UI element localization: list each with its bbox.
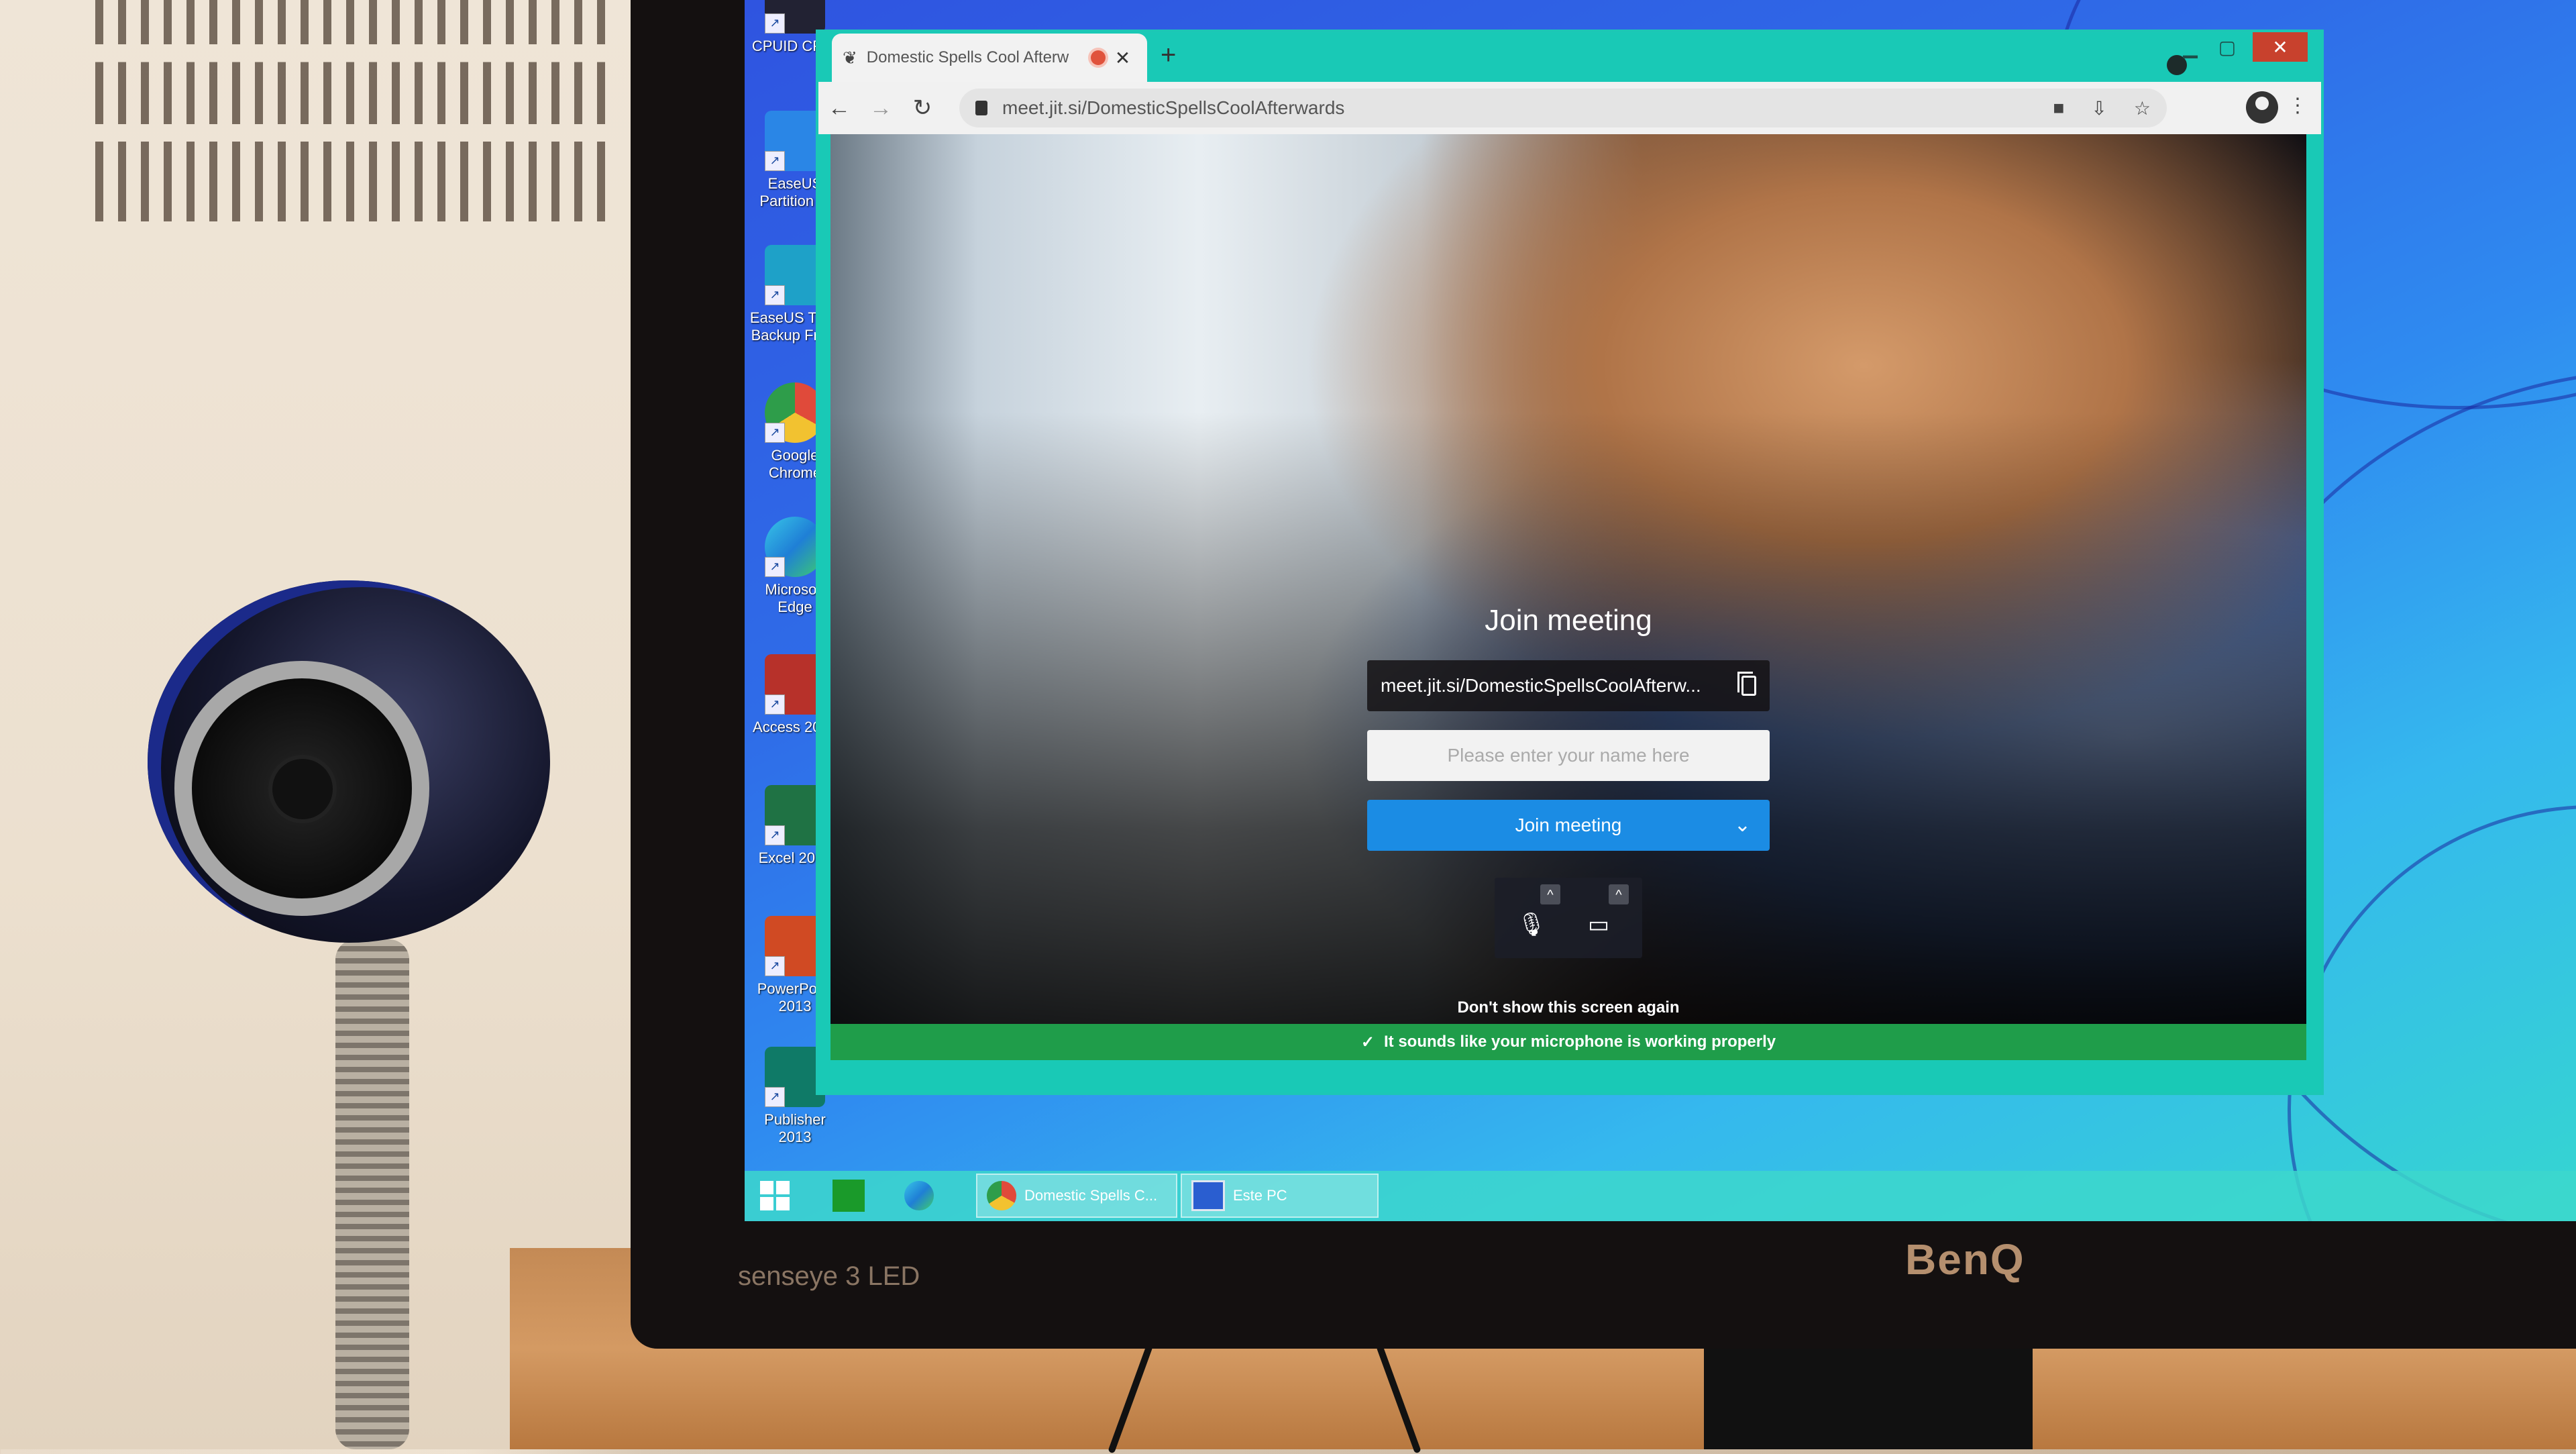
- lock-icon: [975, 101, 987, 115]
- easeus-partition-icon: ↗: [765, 111, 825, 171]
- edge-taskbar-button[interactable]: [899, 1174, 939, 1218]
- windows-logo-icon: [760, 1181, 790, 1210]
- copy-icon[interactable]: [1737, 672, 1756, 696]
- tab-title: Domestic Spells Cool Afterw: [866, 48, 1069, 66]
- shortcut-arrow-icon: ↗: [765, 151, 785, 171]
- shortcut-arrow-icon: ↗: [765, 956, 785, 976]
- shortcut-arrow-icon: ↗: [765, 285, 785, 305]
- jitsi-prejoin-page: Join meeting meet.jit.si/DomesticSpellsC…: [830, 134, 2306, 1060]
- store-taskbar-button[interactable]: [828, 1174, 869, 1218]
- omnibox-actions: ■ ⇩ ☆: [2053, 89, 2151, 127]
- address-bar[interactable]: meet.jit.si/DomesticSpellsCoolAfterwards…: [959, 89, 2167, 127]
- maximize-button[interactable]: ▢: [2210, 32, 2244, 62]
- microsoft-store-icon: [833, 1180, 865, 1212]
- minimize-button[interactable]: ▁: [2174, 32, 2207, 62]
- reload-button[interactable]: ↻: [902, 95, 943, 121]
- excel-icon: ↗: [765, 785, 825, 845]
- forward-button[interactable]: →: [860, 95, 902, 121]
- shortcut-arrow-icon: ↗: [765, 557, 785, 577]
- taskbar-task-label: Este PC: [1233, 1187, 1287, 1204]
- taskbar-task-label: Domestic Spells C...: [1024, 1187, 1158, 1204]
- mic-status-banner: ✓ It sounds like your microphone is work…: [830, 1024, 2306, 1060]
- tab-close-button[interactable]: ✕: [1115, 47, 1130, 69]
- bookmark-star-icon[interactable]: ☆: [2134, 97, 2151, 119]
- browser-tab[interactable]: ❦ Domestic Spells Cool Afterw ✕: [832, 34, 1147, 82]
- window-close-button[interactable]: ✕: [2253, 32, 2308, 62]
- recording-indicator-icon: [1090, 50, 1106, 65]
- webcam-lens: [272, 759, 333, 819]
- new-tab-button[interactable]: +: [1161, 40, 1176, 70]
- back-button[interactable]: ←: [818, 95, 860, 121]
- profile-avatar-icon[interactable]: [2246, 91, 2278, 123]
- taskbar-task-this-pc[interactable]: Este PC: [1181, 1174, 1379, 1218]
- chrome-menu-icon[interactable]: ⋮: [2288, 94, 2308, 117]
- monitor-series-label: senseye 3 LED: [738, 1261, 920, 1291]
- microphone-icon[interactable]: 🎙: [1515, 911, 1548, 945]
- taskbar-task-chrome[interactable]: Domestic Spells C...: [976, 1174, 1177, 1218]
- start-button[interactable]: [751, 1174, 798, 1218]
- easeus-todo-icon: ↗: [765, 245, 825, 305]
- join-meeting-button[interactable]: Join meeting ⌄: [1367, 800, 1770, 851]
- chrome-icon: ↗: [765, 382, 825, 443]
- join-meeting-label: Join meeting: [1515, 815, 1622, 835]
- jitsi-favicon-icon: ❦: [843, 47, 857, 68]
- shortcut-arrow-icon: ↗: [765, 13, 785, 34]
- address-url: meet.jit.si/DomesticSpellsCoolAfterwards: [1002, 97, 1345, 118]
- video-settings-caret-icon[interactable]: ^: [1609, 884, 1629, 904]
- desktop-icon-label: Publisher 2013: [764, 1111, 826, 1145]
- chrome-toolbar: ← → ↻ meet.jit.si/DomesticSpellsCoolAfte…: [818, 82, 2321, 134]
- meeting-url-field[interactable]: meet.jit.si/DomesticSpellsCoolAfterw...: [1367, 660, 1770, 711]
- webcam-gooseneck: [335, 939, 409, 1449]
- camera-icon[interactable]: ▭: [1582, 911, 1615, 945]
- dont-show-again-checkbox[interactable]: Don't show this screen again: [1367, 998, 1770, 1017]
- chrome-icon: [987, 1181, 1016, 1210]
- camera-in-use-icon[interactable]: ■: [2053, 97, 2065, 119]
- audio-settings-caret-icon[interactable]: ^: [1540, 884, 1560, 904]
- mic-status-text: It sounds like your microphone is workin…: [1384, 1033, 1776, 1051]
- powerpoint-icon: ↗: [765, 916, 825, 976]
- edge-icon: [904, 1181, 934, 1210]
- install-app-icon[interactable]: ⇩: [2091, 97, 2106, 119]
- meeting-url-text: meet.jit.si/DomesticSpellsCoolAfterw...: [1381, 675, 1701, 696]
- chrome-titlebar: ❦ Domestic Spells Cool Afterw ✕ + ▁ ▢ ✕: [818, 32, 2321, 82]
- edge-icon: ↗: [765, 517, 825, 577]
- webcam-lens-ring: [174, 661, 429, 916]
- cpuid-icon: ↗: [765, 0, 825, 34]
- chrome-window: ❦ Domestic Spells Cool Afterw ✕ + ▁ ▢ ✕ …: [818, 32, 2321, 1092]
- monitor-brand-logo: BenQ: [1905, 1235, 2025, 1284]
- access-icon: ↗: [765, 654, 825, 715]
- display-name-input[interactable]: [1367, 730, 1770, 781]
- shortcut-arrow-icon: ↗: [765, 423, 785, 443]
- shortcut-arrow-icon: ↗: [765, 1087, 785, 1107]
- shortcut-arrow-icon: ↗: [765, 825, 785, 845]
- prejoin-title: Join meeting: [1485, 604, 1652, 637]
- chevron-down-icon[interactable]: ⌄: [1734, 813, 1751, 837]
- webcam: [148, 580, 550, 943]
- publisher-icon: ↗: [765, 1047, 825, 1107]
- wall-vent: [80, 0, 617, 221]
- taskbar: Domestic Spells C... Este PC: [745, 1171, 2576, 1221]
- desktop-screen: ↗ CPUID CPU- ↗ EaseUS Partition ... ↗ Ea…: [745, 0, 2576, 1221]
- checkmark-icon: ✓: [1360, 1033, 1375, 1051]
- audio-video-toolbar: ^ 🎙 ^ ▭: [1495, 878, 1642, 958]
- shortcut-arrow-icon: ↗: [765, 694, 785, 715]
- monitor-stand: [1704, 1335, 2033, 1449]
- this-pc-icon: [1191, 1180, 1225, 1211]
- prejoin-panel: Join meeting meet.jit.si/DomesticSpellsC…: [1367, 604, 1770, 1017]
